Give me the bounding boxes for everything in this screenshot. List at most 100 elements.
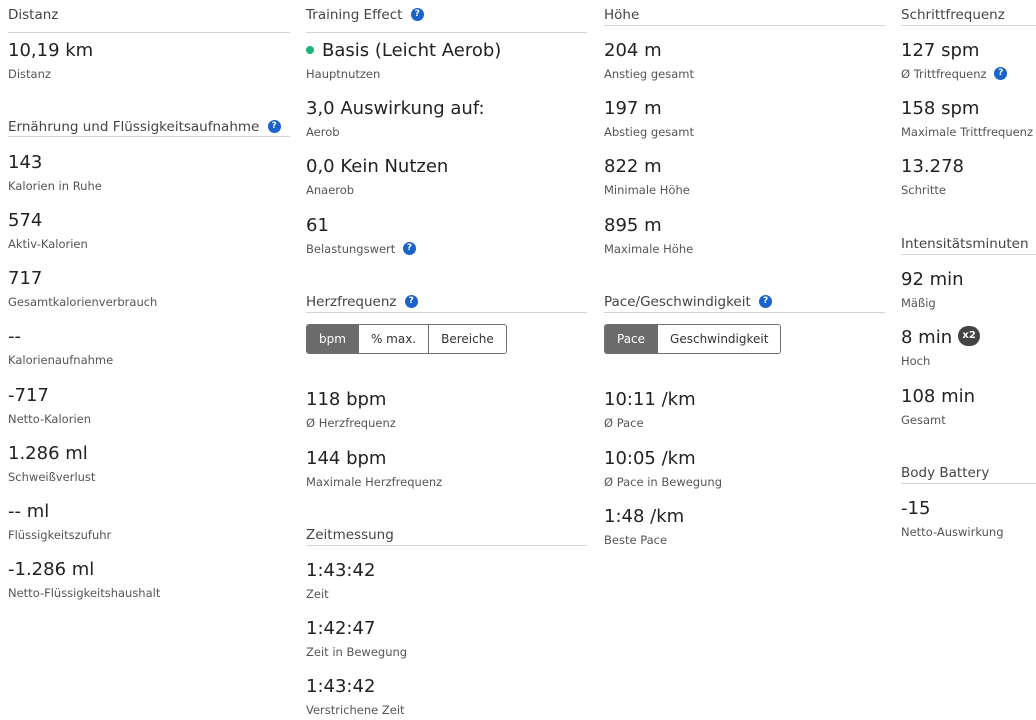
section-title: Ernährung und Flüssigkeitsaufnahme (8, 119, 260, 135)
stat-kalorien-ruhe: 143 Kalorien in Ruhe (8, 153, 290, 203)
stat-label-text: Ø Trittfrequenz (901, 67, 987, 81)
stat-label: Ø Herzfrequenz (306, 416, 396, 430)
stat-value: 895 m (604, 215, 662, 236)
stat-fluessigkeitszufuhr: -- ml Flüssigkeitszufuhr (8, 502, 290, 552)
pace-unit-toggle: Pace Geschwindigkeit (604, 324, 782, 354)
stat-verstrichene-zeit: 1:43:42 Verstrichene Zeit (306, 677, 587, 720)
stat-value-text: Basis (Leicht Aerob) (322, 40, 502, 61)
stat-value: 143 (8, 152, 43, 173)
stat-label: Schweißverlust (8, 470, 96, 484)
stat-beste-pace: 1:48 /km Beste Pace (604, 507, 885, 557)
stat-value: 1:43:42 (306, 676, 376, 697)
help-icon[interactable]: ? (410, 7, 424, 21)
stat-value: 158 spm (901, 98, 980, 119)
stat-aerob: 3,0 Auswirkung auf: Aerob (306, 99, 587, 149)
stat-label: Kalorienaufnahme (8, 353, 114, 367)
section-title: Höhe (604, 7, 640, 23)
stat-value: 10,19 km (8, 40, 94, 61)
stat-abstieg: 197 m Abstieg gesamt (604, 99, 885, 149)
section-header-ernaehrung: Ernährung und Flüssigkeitsaufnahme ? (8, 118, 290, 137)
stat-zeit: 1:43:42 Zeit (306, 561, 587, 611)
section-header-herzfrequenz: Herzfrequenz ? (306, 293, 587, 313)
section-title: Intensitätsminuten (901, 236, 1029, 252)
stat-value: -- (8, 326, 21, 347)
stat-value: -717 (8, 385, 49, 406)
stat-schweissverlust: 1.286 ml Schweißverlust (8, 444, 290, 494)
stat-label: Flüssigkeitszufuhr (8, 528, 112, 542)
help-icon[interactable]: ? (402, 242, 416, 255)
stat-value: 10:11 /km (604, 389, 696, 410)
section-header-intensitaet: Intensitätsminuten (901, 235, 1036, 255)
section-header-zeitmessung: Zeitmessung (306, 526, 587, 546)
help-icon[interactable]: ? (267, 119, 281, 133)
stat-label: Abstieg gesamt (604, 125, 695, 139)
stat-label: Ø Pace in Bewegung (604, 475, 722, 489)
stat-value: 204 m (604, 40, 662, 61)
stat-value: 1:48 /km (604, 506, 685, 527)
help-icon[interactable]: ? (994, 67, 1008, 80)
stat-value: 1.286 ml (8, 443, 88, 464)
stat-value: 92 min (901, 269, 964, 290)
stat-label-text: Belastungswert (306, 242, 396, 256)
stat-avg-hr: 118 bpm Ø Herzfrequenz (306, 390, 587, 440)
stat-label: Ø Pace (604, 416, 644, 430)
multiplier-badge: x2 (958, 326, 981, 346)
stat-value: Basis (Leicht Aerob) (306, 41, 501, 61)
stat-min-hoehe: 822 m Minimale Höhe (604, 157, 885, 207)
stat-zeit-bewegung: 1:42:47 Zeit in Bewegung (306, 619, 587, 669)
stat-netto-fluessigkeit: -1.286 ml Netto-Flüssigkeitshaushalt (8, 560, 290, 610)
stat-label: Belastungswert ? (306, 242, 416, 256)
stat-value: 127 spm (901, 40, 980, 61)
stat-max-hoehe: 895 m Maximale Höhe (604, 216, 885, 266)
stat-anaerob: 0,0 Kein Nutzen Anaerob (306, 157, 587, 207)
section-title: Distanz (8, 7, 59, 23)
stat-value-text: 8 min (901, 327, 953, 348)
stat-label: Anaerob (306, 183, 355, 197)
stat-label: Zeit (306, 587, 329, 601)
section-header-hoehe: Höhe (604, 6, 885, 26)
stat-value: -- ml (8, 501, 50, 522)
stat-value: 1:43:42 (306, 560, 376, 581)
stat-avg-pace: 10:11 /km Ø Pace (604, 390, 885, 440)
stat-label: Netto-Auswirkung (901, 525, 1004, 539)
stat-label: Hoch (901, 354, 931, 368)
stat-max-hr: 144 bpm Maximale Herzfrequenz (306, 449, 587, 499)
stat-netto-auswirkung: -15 Netto-Auswirkung (901, 499, 1036, 549)
stat-hauptnutzen: Basis (Leicht Aerob) Hauptnutzen (306, 41, 587, 91)
toggle-bpm[interactable]: bpm (307, 325, 359, 353)
stat-aktiv-kalorien: 574 Aktiv-Kalorien (8, 211, 290, 261)
toggle-pace[interactable]: Pace (605, 325, 659, 353)
stat-label: Verstrichene Zeit (306, 703, 405, 717)
stat-value: 0,0 Kein Nutzen (306, 156, 449, 177)
stat-label: Distanz (8, 67, 51, 81)
stat-value: 13.278 (901, 156, 964, 177)
stat-label: Ø Trittfrequenz ? (901, 67, 1008, 81)
stat-maessig: 92 min Mäßig (901, 270, 1036, 320)
section-header-body-battery: Body Battery (901, 464, 1036, 484)
stat-value: 717 (8, 268, 43, 289)
section-header-training-effect: Training Effect ? (306, 6, 587, 33)
help-icon[interactable]: ? (759, 294, 773, 308)
stat-value: 1:42:47 (306, 618, 376, 639)
stat-netto-kalorien: -717 Netto-Kalorien (8, 386, 290, 436)
activity-stats-page: Distanz 10,19 km Distanz Ernährung und F… (0, 0, 1036, 720)
section-title: Training Effect (306, 7, 403, 23)
stat-schritte: 13.278 Schritte (901, 157, 1036, 207)
stat-label: Beste Pace (604, 533, 668, 547)
stat-label: Aerob (306, 125, 340, 139)
toggle-pct-max[interactable]: % max. (358, 325, 430, 353)
stat-label: Netto-Flüssigkeitshaushalt (8, 586, 161, 600)
section-header-pace: Pace/Geschwindigkeit ? (604, 293, 885, 313)
stat-value: 197 m (604, 98, 662, 119)
stat-value: 8 min x2 (901, 326, 981, 348)
stat-value: 574 (8, 210, 43, 231)
status-dot-icon (306, 46, 314, 54)
help-icon[interactable]: ? (404, 294, 418, 308)
section-header-distanz: Distanz (8, 6, 290, 33)
stat-label: Maximale Herzfrequenz (306, 475, 443, 489)
stat-label: Anstieg gesamt (604, 67, 695, 81)
toggle-geschwindigkeit[interactable]: Geschwindigkeit (658, 325, 781, 353)
section-title: Schrittfrequenz (901, 7, 1005, 23)
toggle-bereiche[interactable]: Bereiche (429, 325, 506, 353)
stat-label: Zeit in Bewegung (306, 645, 408, 659)
